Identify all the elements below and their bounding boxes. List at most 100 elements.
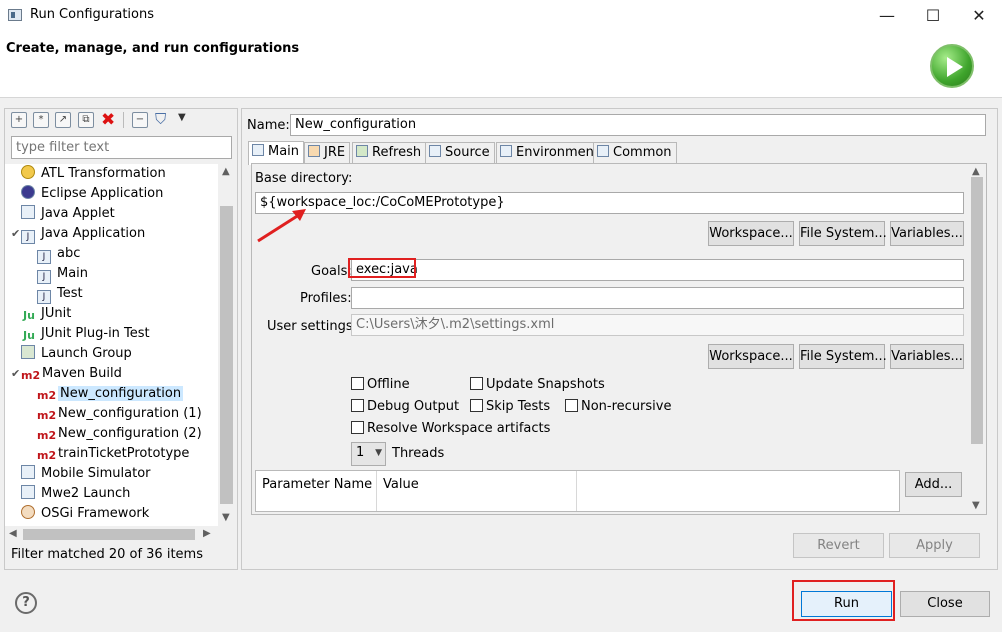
view-menu-icon[interactable]: ▼ bbox=[178, 112, 186, 123]
window-icon bbox=[8, 9, 22, 21]
tree-item-osgi[interactable]: OSGi Framework bbox=[21, 504, 149, 524]
name-input[interactable]: New_configuration bbox=[290, 114, 986, 136]
value-column[interactable]: Value bbox=[383, 477, 419, 492]
tab-environment[interactable]: Environment bbox=[496, 142, 605, 164]
goals-input[interactable]: exec:java bbox=[351, 259, 964, 281]
delete-icon[interactable]: ✖ bbox=[101, 110, 115, 130]
maven-icon: m2 bbox=[37, 409, 57, 422]
export-icon[interactable]: ↗ bbox=[55, 112, 71, 128]
minimize-button[interactable]: — bbox=[864, 0, 910, 31]
revert-button[interactable]: Revert bbox=[793, 533, 884, 558]
debug-output-checkbox[interactable]: Debug Output bbox=[351, 399, 459, 415]
scrollbar-thumb[interactable] bbox=[220, 206, 233, 504]
tab-vertical-scrollbar[interactable]: ▲ ▼ bbox=[968, 164, 986, 514]
tree-vertical-scrollbar[interactable]: ▲ ▼ bbox=[218, 164, 235, 526]
close-window-button[interactable]: ✕ bbox=[956, 0, 1002, 31]
scroll-left-icon[interactable]: ◀ bbox=[9, 528, 17, 539]
tree-item-eclipse-app[interactable]: Eclipse Application bbox=[21, 184, 163, 204]
tab-refresh[interactable]: Refresh bbox=[352, 142, 427, 164]
apply-button[interactable]: Apply bbox=[889, 533, 980, 558]
help-icon[interactable]: ? bbox=[15, 592, 37, 614]
chevron-down-icon[interactable]: ✔ bbox=[11, 364, 20, 384]
new-config-icon[interactable]: + bbox=[11, 112, 27, 128]
file-system-button-1[interactable]: File System... bbox=[799, 221, 887, 246]
tree-item-junit-plugin[interactable]: Ju JUnit Plug-in Test bbox=[21, 324, 150, 344]
parameter-name-column[interactable]: Parameter Name bbox=[262, 477, 372, 492]
new-prototype-icon[interactable]: * bbox=[33, 112, 49, 128]
java-class-icon: J bbox=[37, 290, 51, 304]
configuration-tree: ATL Transformation Eclipse Application J… bbox=[5, 164, 218, 526]
collapse-all-icon[interactable]: − bbox=[132, 112, 148, 128]
dialog-header: Create, manage, and run configurations bbox=[0, 31, 1002, 98]
offline-checkbox[interactable]: Offline bbox=[351, 377, 410, 393]
tree-item-java-applet[interactable]: Java Applet bbox=[21, 204, 115, 224]
toolbar-separator bbox=[123, 112, 124, 128]
filter-input[interactable] bbox=[11, 136, 232, 159]
resolve-workspace-checkbox[interactable]: Resolve Workspace artifacts bbox=[351, 421, 550, 437]
scroll-up-icon[interactable]: ▲ bbox=[972, 166, 980, 177]
launch-group-icon bbox=[21, 345, 35, 359]
tree-item-mwe2-launch[interactable]: Mwe2 Launch bbox=[21, 484, 130, 504]
maximize-button[interactable]: ☐ bbox=[910, 0, 956, 31]
base-directory-label: Base directory: bbox=[255, 171, 353, 186]
tree-item-new-configuration-1[interactable]: m2 New_configuration (1) bbox=[37, 404, 202, 424]
filter-icon[interactable]: ⛉ bbox=[155, 110, 166, 128]
tree-horizontal-scrollbar[interactable]: ◀ ▶ bbox=[5, 526, 235, 543]
update-snapshots-checkbox[interactable]: Update Snapshots bbox=[470, 377, 605, 393]
common-tab-icon bbox=[597, 145, 609, 157]
environment-tab-icon bbox=[500, 145, 512, 157]
chevron-down-icon[interactable]: ✔ bbox=[11, 224, 20, 244]
tree-item-new-configuration[interactable]: m2 New_configuration bbox=[37, 384, 184, 404]
tree-item-java-application[interactable]: ✔ J Java Application bbox=[5, 224, 145, 244]
workspace-button-1[interactable]: Workspace... bbox=[708, 221, 794, 246]
name-label: Name: bbox=[247, 118, 290, 133]
tab-main[interactable]: Main bbox=[248, 141, 305, 165]
profiles-label: Profiles: bbox=[300, 291, 352, 306]
close-button[interactable]: Close bbox=[900, 591, 990, 617]
profiles-input[interactable] bbox=[351, 287, 964, 309]
goals-highlight-box bbox=[348, 258, 416, 278]
skip-tests-checkbox[interactable]: Skip Tests bbox=[470, 399, 550, 415]
osgi-icon bbox=[21, 505, 35, 519]
add-parameter-button[interactable]: Add... bbox=[905, 472, 962, 497]
scrollbar-thumb[interactable] bbox=[23, 529, 195, 540]
run-banner-icon bbox=[930, 44, 974, 88]
variables-button-1[interactable]: Variables... bbox=[890, 221, 964, 246]
tree-item-maven-build[interactable]: ✔ m2 Maven Build bbox=[5, 364, 122, 384]
java-applet-icon bbox=[21, 205, 35, 219]
java-class-icon: J bbox=[37, 250, 51, 264]
mobile-icon bbox=[21, 465, 35, 479]
dialog-header-title: Create, manage, and run configurations bbox=[6, 41, 300, 56]
scroll-down-icon[interactable]: ▼ bbox=[222, 512, 230, 523]
tab-jre[interactable]: JRE bbox=[304, 142, 351, 164]
tree-item-abc[interactable]: Jabc bbox=[37, 244, 80, 264]
tree-item-atl[interactable]: ATL Transformation bbox=[21, 164, 166, 184]
base-directory-input[interactable]: ${workspace_loc:/CoCoMEPrototype} bbox=[255, 192, 964, 214]
threads-select[interactable]: 1 ▼ bbox=[351, 442, 386, 466]
scroll-down-icon[interactable]: ▼ bbox=[972, 500, 980, 511]
workspace-button-2[interactable]: Workspace... bbox=[708, 344, 794, 369]
user-settings-input[interactable]: C:\Users\沐夕\.m2\settings.xml bbox=[351, 314, 964, 336]
tree-item-mobile-simulator[interactable]: Mobile Simulator bbox=[21, 464, 151, 484]
tree-item-train-ticket[interactable]: m2 trainTicketPrototype bbox=[37, 444, 189, 464]
red-arrow-annotation bbox=[257, 209, 306, 243]
maven-icon: m2 bbox=[21, 369, 41, 382]
main-tab-icon bbox=[252, 144, 264, 156]
scrollbar-thumb[interactable] bbox=[971, 177, 983, 444]
tree-item-test[interactable]: J Test bbox=[37, 284, 83, 304]
tree-item-new-configuration-2[interactable]: m2 New_configuration (2) bbox=[37, 424, 202, 444]
tree-item-main[interactable]: J Main bbox=[37, 264, 88, 284]
duplicate-icon[interactable]: ⧉ bbox=[78, 112, 94, 128]
scroll-right-icon[interactable]: ▶ bbox=[203, 528, 211, 539]
variables-button-2[interactable]: Variables... bbox=[890, 344, 964, 369]
file-system-button-2[interactable]: File System... bbox=[799, 344, 887, 369]
tab-source[interactable]: Source bbox=[425, 142, 495, 164]
user-settings-label: User settings: bbox=[267, 319, 357, 334]
non-recursive-checkbox[interactable]: Non-recursive bbox=[565, 399, 671, 415]
tree-item-junit[interactable]: Ju JUnit bbox=[21, 304, 71, 324]
scroll-up-icon[interactable]: ▲ bbox=[222, 166, 230, 177]
main-tab-content: Base directory: ${workspace_loc:/CoCoMEP… bbox=[251, 163, 987, 515]
tab-common[interactable]: Common bbox=[593, 142, 677, 164]
chevron-down-icon: ▼ bbox=[375, 448, 382, 458]
tree-item-launch-group[interactable]: Launch Group bbox=[21, 344, 132, 364]
